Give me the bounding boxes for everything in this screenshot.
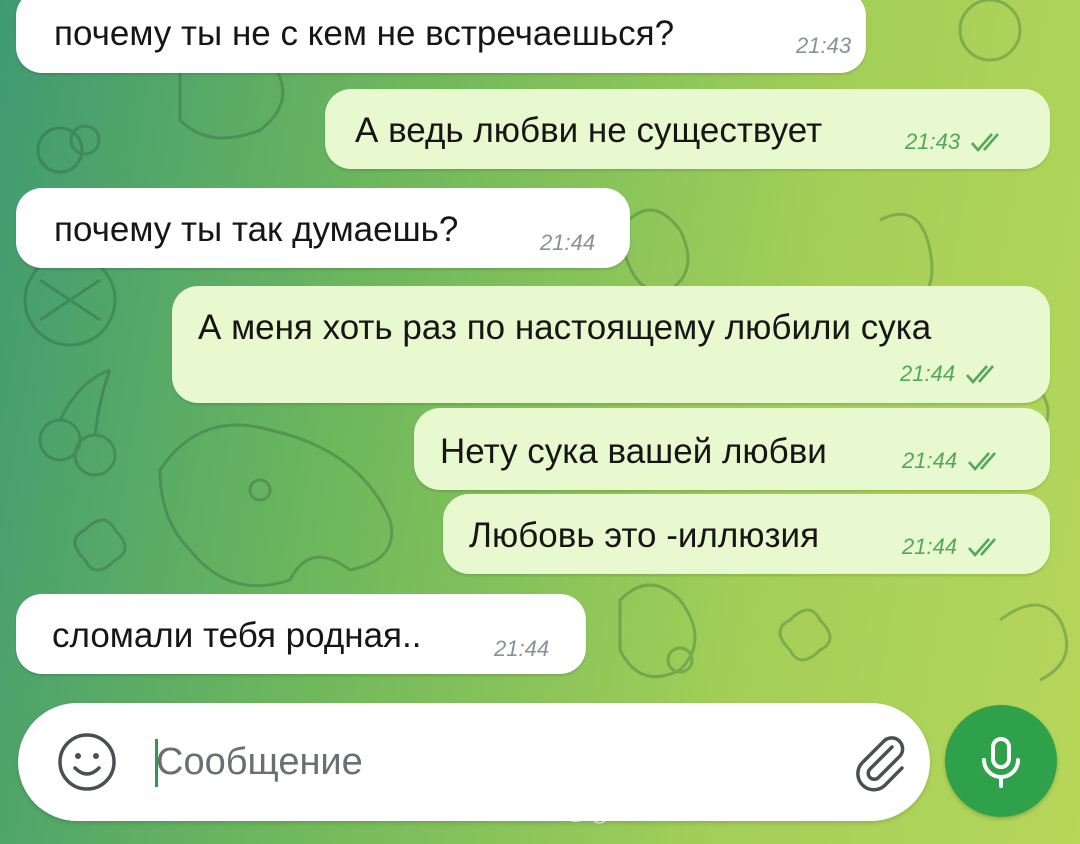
message-time: 21:43 (905, 129, 961, 154)
message-time: 21:43 (796, 33, 852, 58)
message-text: почему ты не с кем не встречаешься? (54, 14, 675, 53)
paperclip-icon[interactable] (848, 729, 912, 793)
double-check-icon (967, 536, 1003, 558)
message-time: 21:44 (902, 448, 958, 473)
message-meta: 21:44 (494, 638, 549, 660)
message-meta: 21:43 (905, 131, 1006, 153)
microphone-icon (982, 737, 1020, 788)
watermark: ♪@general.mam (540, 790, 803, 825)
message-time: 21:44 (540, 230, 596, 255)
message-bubble-outgoing[interactable]: А меня хоть раз по настоящему любили сук… (172, 286, 1050, 403)
message-time: 21:44 (494, 636, 550, 661)
message-time: 21:44 (902, 534, 958, 559)
message-meta: 21:44 (902, 450, 1003, 472)
message-text: почему ты так думаешь? (54, 210, 459, 249)
message-bubble-outgoing[interactable]: А ведь любви не существует 21:43 (325, 89, 1050, 169)
message-bubble-outgoing[interactable]: Любовь это -иллюзия 21:44 (443, 494, 1050, 574)
message-bubble-incoming[interactable]: почему ты не с кем не встречаешься? 21:4… (16, 0, 866, 73)
message-text: сломали тебя родная.. (52, 616, 422, 655)
message-text: А ведь любви не существует (355, 111, 823, 150)
message-bubble-outgoing[interactable]: Нету сука вашей любви 21:44 (414, 408, 1050, 490)
message-input[interactable] (156, 731, 716, 793)
message-bubble-incoming[interactable]: почему ты так думаешь? 21:44 (16, 188, 630, 268)
double-check-icon (965, 363, 1001, 385)
smile-icon[interactable] (56, 731, 118, 793)
message-meta: 21:44 (902, 536, 1003, 558)
message-meta: 21:44 (900, 363, 1001, 385)
message-text: Нету сука вашей любви (440, 432, 827, 471)
double-check-icon (967, 450, 1003, 472)
double-check-icon (970, 131, 1006, 153)
message-meta: 21:43 (796, 35, 851, 57)
microphone-button[interactable] (945, 705, 1057, 817)
message-time: 21:44 (900, 361, 956, 386)
message-text: А меня хоть раз по настоящему любили сук… (198, 308, 932, 347)
message-text: Любовь это -иллюзия (469, 516, 820, 555)
message-meta: 21:44 (540, 232, 595, 254)
message-bubble-incoming[interactable]: сломали тебя родная.. 21:44 (16, 594, 586, 674)
